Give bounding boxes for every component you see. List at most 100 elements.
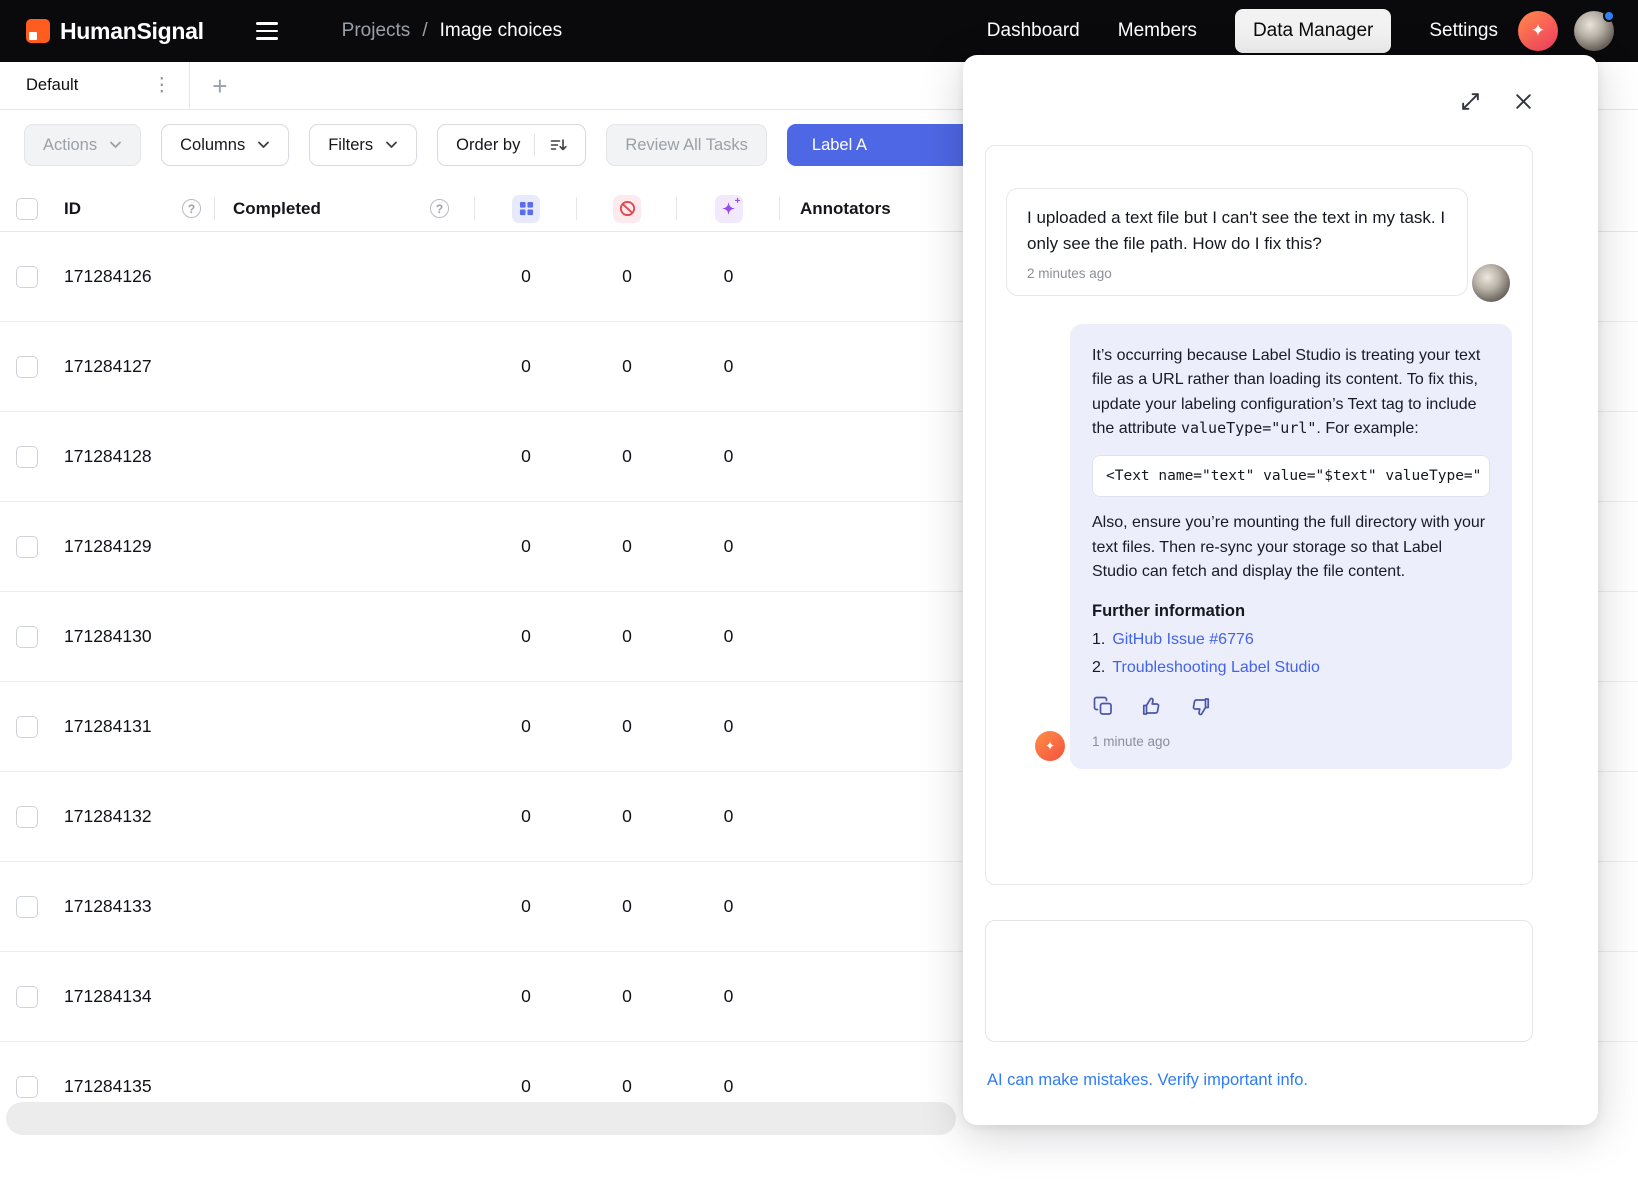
- cancelled-count: 0: [577, 412, 677, 501]
- github-issue-link[interactable]: GitHub Issue #6776: [1112, 631, 1253, 649]
- row-checkbox[interactable]: [16, 716, 38, 738]
- close-panel-icon[interactable]: [1513, 91, 1534, 112]
- inline-code: valueType="url": [1181, 419, 1316, 437]
- cancelled-count: 0: [577, 772, 677, 861]
- task-id: 171284129: [64, 536, 152, 557]
- user-avatar[interactable]: [1574, 11, 1614, 51]
- task-completed-cell: [215, 592, 475, 681]
- ai-message-paragraph-2: Also, ensure you’re mounting the full di…: [1092, 511, 1490, 584]
- divider: [534, 134, 535, 156]
- annotations-count: 0: [475, 772, 577, 861]
- annotations-icon: [512, 195, 540, 223]
- task-completed-cell: [215, 502, 475, 591]
- help-icon[interactable]: ?: [182, 199, 201, 218]
- cancelled-count: 0: [577, 682, 677, 771]
- horizontal-scrollbar[interactable]: [6, 1102, 956, 1135]
- row-checkbox[interactable]: [16, 896, 38, 918]
- tab-label: Default: [26, 76, 78, 95]
- thumbs-up-icon[interactable]: [1140, 695, 1163, 718]
- tab-default[interactable]: Default ⋮: [0, 62, 190, 109]
- predictions-count: 0: [677, 322, 780, 411]
- review-all-tasks-button[interactable]: Review All Tasks: [606, 124, 767, 166]
- logo-text: HumanSignal: [60, 18, 204, 45]
- nav-data-manager[interactable]: Data Manager: [1235, 9, 1391, 53]
- reference-list-item: 2. Troubleshooting Label Studio: [1092, 659, 1490, 677]
- predictions-count: 0: [677, 592, 780, 681]
- task-id: 171284131: [64, 716, 152, 737]
- nav-dashboard[interactable]: Dashboard: [987, 9, 1080, 53]
- add-tab-button[interactable]: +: [212, 73, 227, 99]
- tab-options-kebab-icon[interactable]: ⋮: [152, 74, 171, 97]
- ai-disclaimer-link[interactable]: AI can make mistakes. Verify important i…: [987, 1071, 1308, 1090]
- annotations-count: 0: [475, 952, 577, 1041]
- cancelled-count: 0: [577, 1042, 677, 1100]
- expand-panel-icon[interactable]: [1460, 91, 1481, 112]
- row-checkbox[interactable]: [16, 806, 38, 828]
- column-header-id: ID: [64, 199, 81, 219]
- task-id: 171284134: [64, 986, 152, 1007]
- nav-settings[interactable]: Settings: [1429, 9, 1498, 53]
- row-checkbox[interactable]: [16, 626, 38, 648]
- predictions-icon: ✦+: [715, 195, 743, 223]
- annotations-count: 0: [475, 682, 577, 771]
- cancelled-count: 0: [577, 592, 677, 681]
- reference-list-item: 1. GitHub Issue #6776: [1092, 631, 1490, 649]
- filters-button[interactable]: Filters: [309, 124, 417, 166]
- annotations-count: 0: [475, 1042, 577, 1100]
- select-all-checkbox[interactable]: [16, 198, 38, 220]
- predictions-count: 0: [677, 952, 780, 1041]
- chevron-down-icon: [257, 141, 270, 149]
- label-all-tasks-button[interactable]: Label A: [787, 124, 977, 166]
- breadcrumb: Projects / Image choices: [342, 20, 562, 42]
- row-checkbox[interactable]: [16, 986, 38, 1008]
- chat-input[interactable]: [985, 920, 1533, 1042]
- sparkle-icon: ✦: [1531, 21, 1545, 41]
- copy-icon[interactable]: [1092, 695, 1114, 718]
- ai-chat-panel: I uploaded a text file but I can't see t…: [963, 55, 1598, 1125]
- task-completed-cell: [215, 232, 475, 321]
- predictions-count: 0: [677, 1042, 780, 1100]
- task-completed-cell: [215, 952, 475, 1041]
- user-message-timestamp: 2 minutes ago: [1027, 266, 1447, 281]
- columns-button[interactable]: Columns: [161, 124, 289, 166]
- predictions-count: 0: [677, 412, 780, 501]
- hamburger-menu-icon[interactable]: [250, 16, 284, 46]
- cancelled-count: 0: [577, 502, 677, 591]
- task-completed-cell: [215, 412, 475, 501]
- annotations-count: 0: [475, 412, 577, 501]
- row-checkbox[interactable]: [16, 446, 38, 468]
- top-navigation-bar: HumanSignal Projects / Image choices Das…: [0, 0, 1638, 62]
- user-avatar-small: [1472, 264, 1510, 302]
- ai-message-timestamp: 1 minute ago: [1092, 734, 1490, 749]
- row-checkbox[interactable]: [16, 536, 38, 558]
- nav-members[interactable]: Members: [1118, 9, 1197, 53]
- breadcrumb-projects[interactable]: Projects: [342, 20, 411, 42]
- help-icon[interactable]: ?: [430, 199, 449, 218]
- annotations-count: 0: [475, 502, 577, 591]
- task-completed-cell: [215, 1042, 475, 1100]
- task-id: 171284126: [64, 266, 152, 287]
- order-by-button[interactable]: Order by: [437, 124, 586, 166]
- task-completed-cell: [215, 862, 475, 951]
- row-checkbox[interactable]: [16, 356, 38, 378]
- chevron-down-icon: [385, 141, 398, 149]
- thumbs-down-icon[interactable]: [1189, 695, 1212, 718]
- row-checkbox[interactable]: [16, 1076, 38, 1098]
- cancelled-count: 0: [577, 862, 677, 951]
- task-id: 171284130: [64, 626, 152, 647]
- actions-button[interactable]: Actions: [24, 124, 141, 166]
- chat-conversation: I uploaded a text file but I can't see t…: [985, 145, 1533, 885]
- notification-dot: [1603, 10, 1615, 22]
- row-checkbox[interactable]: [16, 266, 38, 288]
- main-nav: Dashboard Members Data Manager Settings: [987, 9, 1498, 53]
- humansignal-logo[interactable]: HumanSignal: [26, 18, 204, 45]
- breadcrumb-separator: /: [422, 20, 427, 42]
- ai-assistant-button[interactable]: ✦: [1518, 11, 1558, 51]
- code-block: <Text name="text" value="$text" valueTyp…: [1092, 455, 1490, 497]
- task-completed-cell: [215, 772, 475, 861]
- task-id: 171284132: [64, 806, 152, 827]
- predictions-count: 0: [677, 862, 780, 951]
- further-information-heading: Further information: [1092, 602, 1490, 621]
- user-message-bubble: I uploaded a text file but I can't see t…: [1006, 188, 1468, 296]
- troubleshooting-link[interactable]: Troubleshooting Label Studio: [1112, 659, 1320, 677]
